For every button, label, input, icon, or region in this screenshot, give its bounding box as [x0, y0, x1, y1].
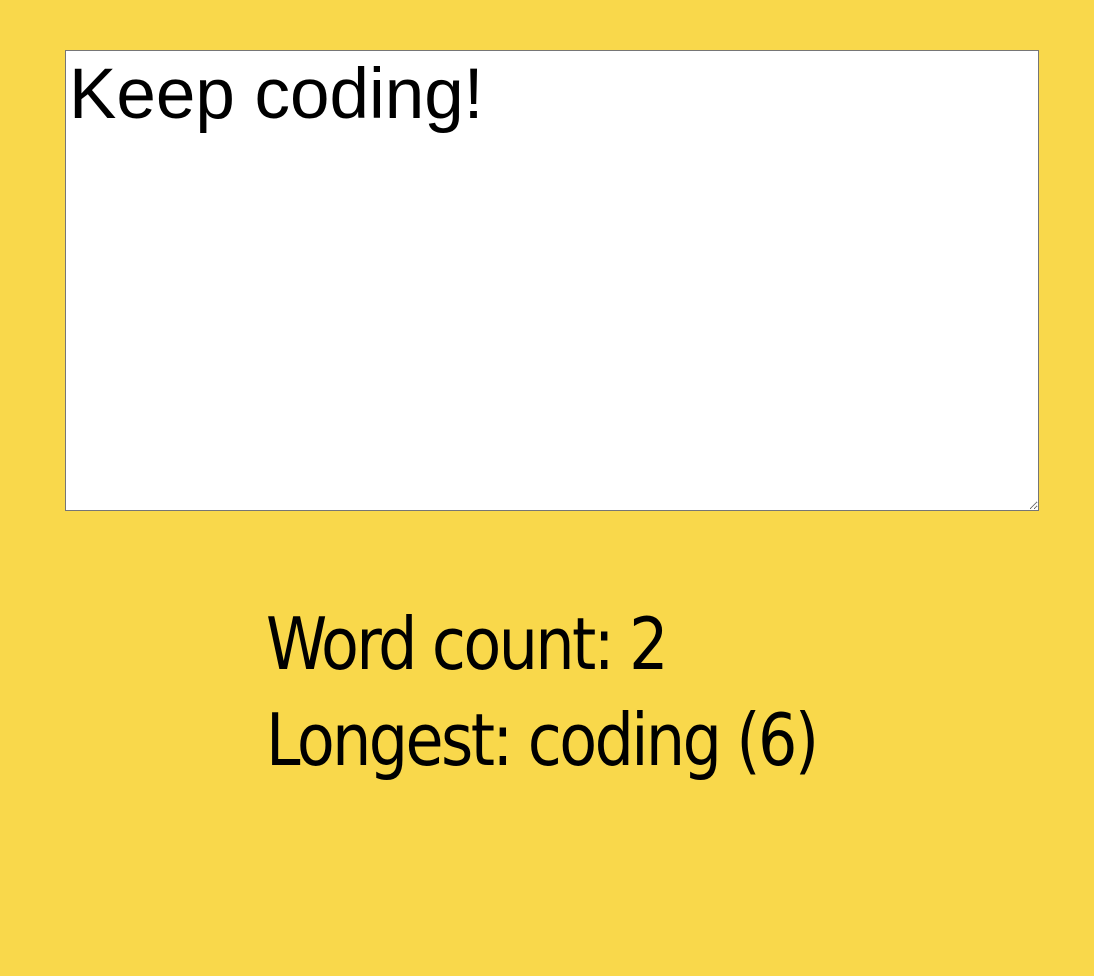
word-counter-app: Keep coding! Word count: 2 Longest: codi… [0, 0, 1094, 976]
word-count-line: Word count: 2 [266, 596, 937, 692]
longest-word-value: coding [527, 698, 722, 782]
longest-word-label: Longest: [266, 698, 513, 782]
longest-word-length: (6) [736, 698, 819, 782]
text-input-area[interactable]: Keep coding! [65, 50, 1039, 511]
longest-word-line: Longest: coding (6) [266, 692, 937, 788]
stats-panel: Word count: 2 Longest: coding (6) [266, 596, 937, 788]
word-count-label: Word count: [266, 602, 615, 686]
word-count-value: 2 [629, 602, 668, 686]
